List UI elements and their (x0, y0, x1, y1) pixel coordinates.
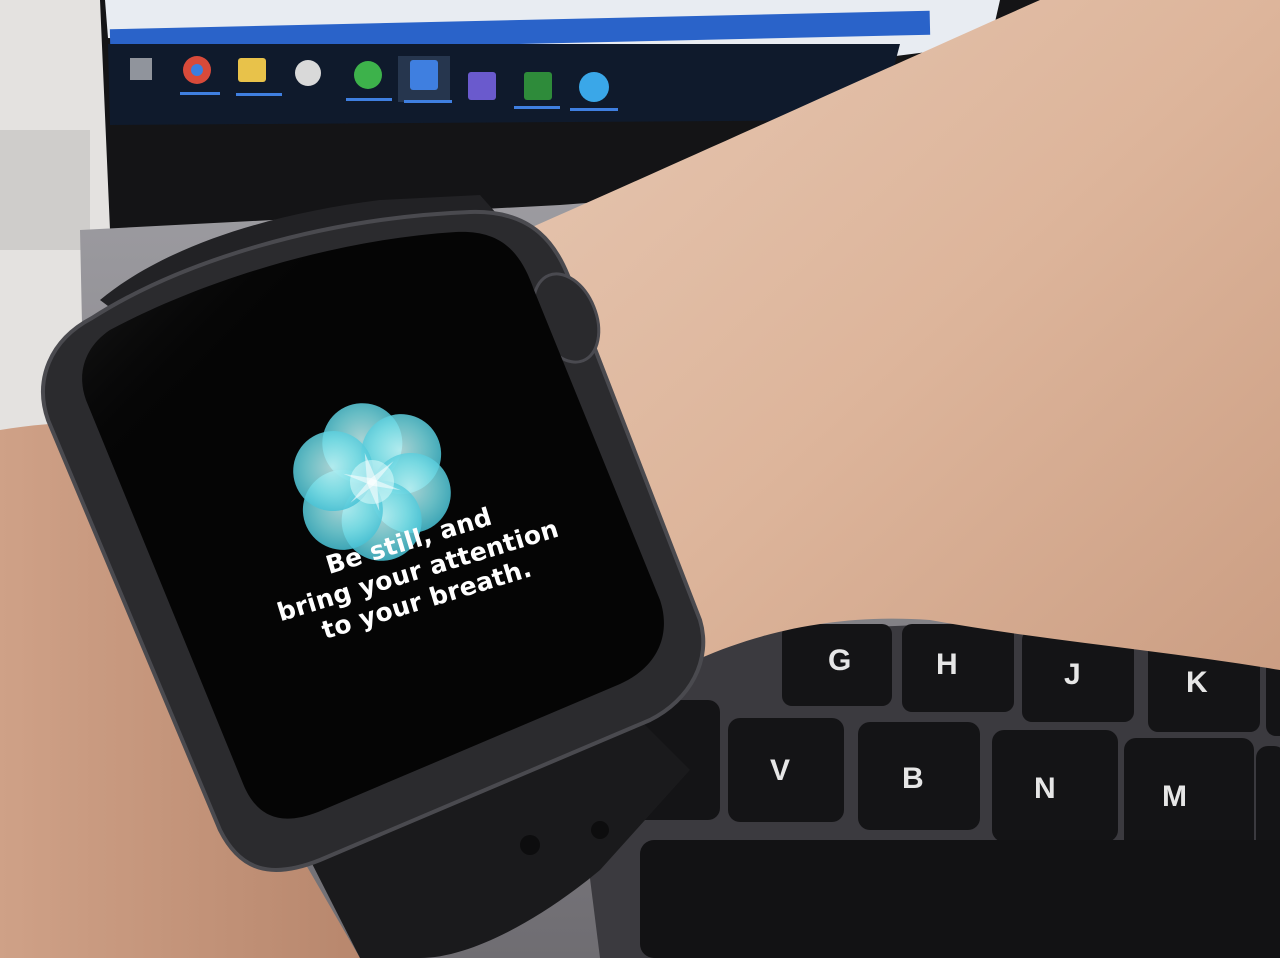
visual-studio-icon (468, 72, 496, 100)
app-icon-blue (579, 72, 609, 102)
excel-icon (524, 72, 552, 100)
key-v-label: V (770, 754, 790, 787)
visual-studio-code-icon (410, 60, 438, 90)
app-icon (295, 60, 321, 86)
file-explorer-icon (238, 58, 266, 82)
whatsapp-icon (354, 61, 382, 89)
key-j-label: J (1064, 658, 1081, 691)
key-h-label: H (936, 648, 958, 681)
key-m-label: M (1162, 780, 1187, 813)
windows-start-icon (130, 58, 152, 80)
windows-taskbar (108, 44, 900, 125)
scene-graphics: G H J K V B N M (0, 0, 1280, 958)
background-object (0, 130, 90, 250)
key-g-label: G (828, 644, 851, 677)
key-k-label: K (1186, 666, 1208, 699)
photo-scene: G H J K V B N M Be still, and bring your… (0, 0, 1280, 958)
key-b-label: B (902, 762, 924, 795)
key-n-label: N (1034, 772, 1056, 805)
